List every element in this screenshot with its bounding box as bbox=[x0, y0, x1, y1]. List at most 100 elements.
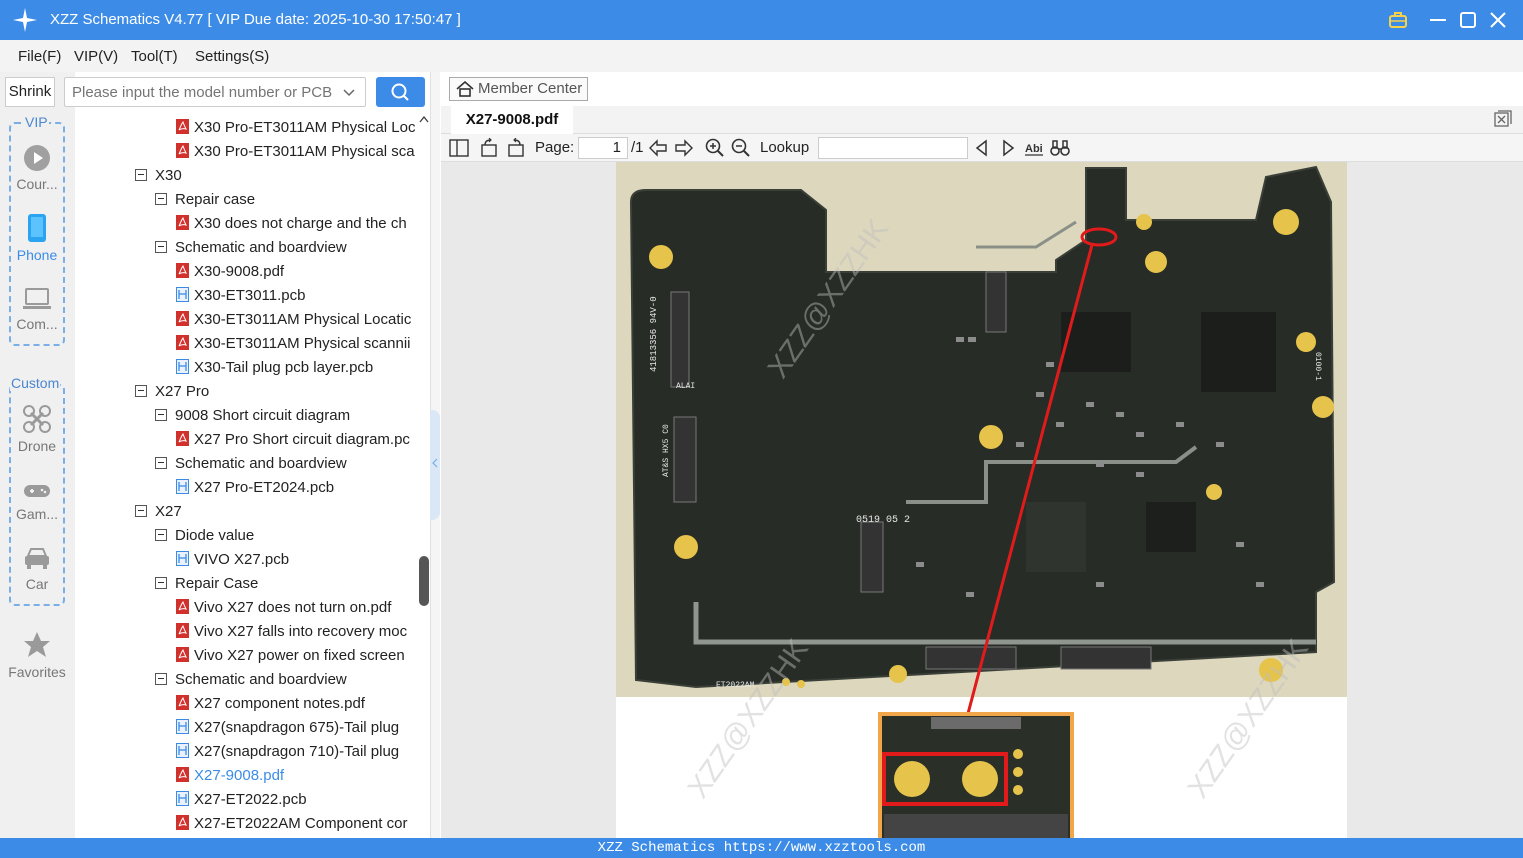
pdf-file-icon bbox=[176, 647, 189, 662]
find-next-icon[interactable] bbox=[998, 138, 1018, 158]
collapse-toggle-icon[interactable] bbox=[155, 241, 167, 253]
tree-scrollbar[interactable] bbox=[418, 112, 430, 838]
menu-tool[interactable]: Tool(T) bbox=[131, 48, 178, 65]
tree-folder[interactable]: Schematic and boardview bbox=[155, 236, 347, 260]
rail-item-phone[interactable]: Phone bbox=[9, 213, 65, 263]
tree-node-label: Diode value bbox=[175, 527, 255, 544]
tree-folder[interactable]: X27 Pro bbox=[135, 380, 209, 404]
tree-folder[interactable]: Schematic and boardview bbox=[155, 452, 347, 476]
tree-file-pcb[interactable]: VIVO X27.pcb bbox=[176, 548, 289, 572]
tree-file-pdf[interactable]: X30 does not charge and the ch bbox=[176, 212, 407, 236]
pdf-file-icon bbox=[176, 431, 189, 446]
tree-folder[interactable]: Repair Case bbox=[155, 572, 258, 596]
tree-file-pdf[interactable]: X30-ET3011AM Physical Locatic bbox=[176, 308, 411, 332]
briefcase-icon[interactable] bbox=[1386, 8, 1410, 32]
menu-bar: File(F) VIP(V) Tool(T) Settings(S) bbox=[0, 40, 1523, 72]
status-bar: XZZ Schematics https://www.xzztools.com bbox=[0, 838, 1523, 858]
tree-file-pcb[interactable]: X27-ET2022.pcb bbox=[176, 788, 307, 812]
member-center-label: Member Center bbox=[478, 80, 583, 97]
rotate-left-icon[interactable] bbox=[479, 138, 499, 158]
search-button[interactable] bbox=[376, 77, 425, 107]
tree-file-pdf[interactable]: Vivo X27 does not turn on.pdf bbox=[176, 596, 391, 620]
tree-file-pdf[interactable]: X30 Pro-ET3011AM Physical sca bbox=[176, 140, 415, 164]
tree-folder[interactable]: Diode value bbox=[155, 524, 254, 548]
tree-node-label: X30 Pro-ET3011AM Physical sca bbox=[194, 143, 415, 160]
close-icon[interactable] bbox=[1486, 8, 1510, 32]
minimize-icon[interactable] bbox=[1426, 8, 1450, 32]
tree-folder[interactable]: 9008 Short circuit diagram bbox=[155, 404, 350, 428]
collapse-toggle-icon[interactable] bbox=[155, 529, 167, 541]
collapse-toggle-icon[interactable] bbox=[155, 193, 167, 205]
collapse-toggle-icon[interactable] bbox=[135, 505, 147, 517]
model-search-box[interactable] bbox=[64, 77, 366, 107]
tree-file-pdf[interactable]: X27 Pro Short circuit diagram.pc bbox=[176, 428, 410, 452]
pdf-file-icon bbox=[176, 623, 189, 638]
tree-file-pdf[interactable]: Vivo X27 falls into recovery moc bbox=[176, 620, 407, 644]
board-silk-label-mid: 0519 05 2 bbox=[856, 515, 910, 526]
scroll-up-icon[interactable] bbox=[419, 115, 429, 123]
collapse-toggle-icon[interactable] bbox=[155, 673, 167, 685]
zoom-in-icon[interactable] bbox=[705, 138, 725, 158]
collapse-toggle-icon[interactable] bbox=[135, 385, 147, 397]
tree-scrollbar-thumb[interactable] bbox=[419, 556, 429, 606]
rail-label: Cour... bbox=[16, 176, 58, 192]
rail-item-car[interactable]: Car bbox=[9, 546, 65, 592]
tree-file-pcb[interactable]: X30-Tail plug pcb layer.pcb bbox=[176, 356, 373, 380]
pdf-file-icon bbox=[176, 311, 189, 326]
title-bar: XZZ Schematics V4.77 [ VIP Due date: 202… bbox=[0, 0, 1523, 40]
tree-file-pcb[interactable]: X27(snapdragon 710)-Tail plug bbox=[176, 740, 399, 764]
maximize-icon[interactable] bbox=[1456, 8, 1480, 32]
tree-folder[interactable]: X27 bbox=[135, 500, 182, 524]
tree-node-label: X27 component notes.pdf bbox=[194, 695, 365, 712]
collapse-toggle-icon[interactable] bbox=[135, 169, 147, 181]
tree-file-pdf[interactable]: X30 Pro-ET3011AM Physical Loc bbox=[176, 116, 416, 140]
tree-folder[interactable]: X30 bbox=[135, 164, 182, 188]
collapse-toggle-icon[interactable] bbox=[155, 457, 167, 469]
menu-vip[interactable]: VIP(V) bbox=[74, 48, 118, 65]
rail-item-courses[interactable]: Cour... bbox=[9, 144, 65, 192]
tree-node-label: X27-ET2022AM Component cor bbox=[194, 815, 408, 832]
tree-file-pdf[interactable]: X27 component notes.pdf bbox=[176, 692, 365, 716]
tree-node-label: VIVO X27.pcb bbox=[194, 551, 290, 568]
zoom-out-icon[interactable] bbox=[731, 138, 751, 158]
binoculars-icon[interactable] bbox=[1050, 138, 1070, 158]
tree-file-pcb[interactable]: X30-ET3011.pcb bbox=[176, 284, 305, 308]
tree-folder[interactable]: Schematic and boardview bbox=[155, 668, 347, 692]
tree-file-pdf[interactable]: X30-ET3011AM Physical scannii bbox=[176, 332, 411, 356]
collapse-panel-handle[interactable] bbox=[430, 410, 440, 520]
tree-file-pcb[interactable]: X27(snapdragon 675)-Tail plug bbox=[176, 716, 399, 740]
rail-item-favorites[interactable]: Favorites bbox=[4, 630, 70, 680]
search-input[interactable] bbox=[72, 82, 332, 102]
chevron-down-icon[interactable] bbox=[341, 84, 357, 100]
prev-page-icon[interactable] bbox=[648, 138, 668, 158]
tree-file-pdf[interactable]: X27-9008.pdf bbox=[176, 764, 284, 788]
tab-x27-9008[interactable]: X27-9008.pdf bbox=[451, 106, 573, 134]
tree-file-pcb[interactable]: X27 Pro-ET2024.pcb bbox=[176, 476, 334, 500]
file-tree: X30 Pro-ET3011.pcbX30 Pro-ET3011AM Physi… bbox=[75, 112, 417, 838]
lookup-input[interactable] bbox=[818, 137, 968, 159]
find-previous-icon[interactable] bbox=[972, 138, 992, 158]
close-document-icon[interactable] bbox=[1494, 110, 1512, 128]
rail-item-games[interactable]: Gam... bbox=[9, 480, 65, 522]
member-center-button[interactable]: Member Center bbox=[449, 77, 588, 101]
star-icon bbox=[24, 632, 50, 657]
menu-settings[interactable]: Settings(S) bbox=[195, 48, 269, 65]
sidebar-toggle-icon[interactable] bbox=[449, 138, 469, 158]
pdf-file-icon bbox=[176, 767, 189, 782]
next-page-icon[interactable] bbox=[674, 138, 694, 158]
collapse-toggle-icon[interactable] bbox=[155, 409, 167, 421]
tree-file-pdf[interactable]: Vivo X27 power on fixed screen bbox=[176, 644, 405, 668]
menu-file[interactable]: File(F) bbox=[18, 48, 61, 65]
pdf-page: 41813356 94V-0 0519 05 2 ET2022AM ALAI A… bbox=[616, 162, 1347, 838]
rail-item-computer[interactable]: Com... bbox=[9, 286, 65, 332]
page-number-input[interactable]: 1 bbox=[578, 137, 628, 159]
tree-node-label: X30 Pro-ET3011AM Physical Loc bbox=[194, 119, 416, 136]
rail-item-drone[interactable]: Drone bbox=[9, 404, 65, 454]
tree-file-pdf[interactable]: X27-ET2022AM Component cor bbox=[176, 812, 407, 836]
collapse-toggle-icon[interactable] bbox=[155, 577, 167, 589]
tree-folder[interactable]: Repair case bbox=[155, 188, 255, 212]
match-case-icon[interactable]: Abi bbox=[1024, 138, 1044, 158]
tree-file-pdf[interactable]: X30-9008.pdf bbox=[176, 260, 284, 284]
shrink-button[interactable]: Shrink bbox=[5, 77, 55, 107]
rotate-right-icon[interactable] bbox=[506, 138, 526, 158]
